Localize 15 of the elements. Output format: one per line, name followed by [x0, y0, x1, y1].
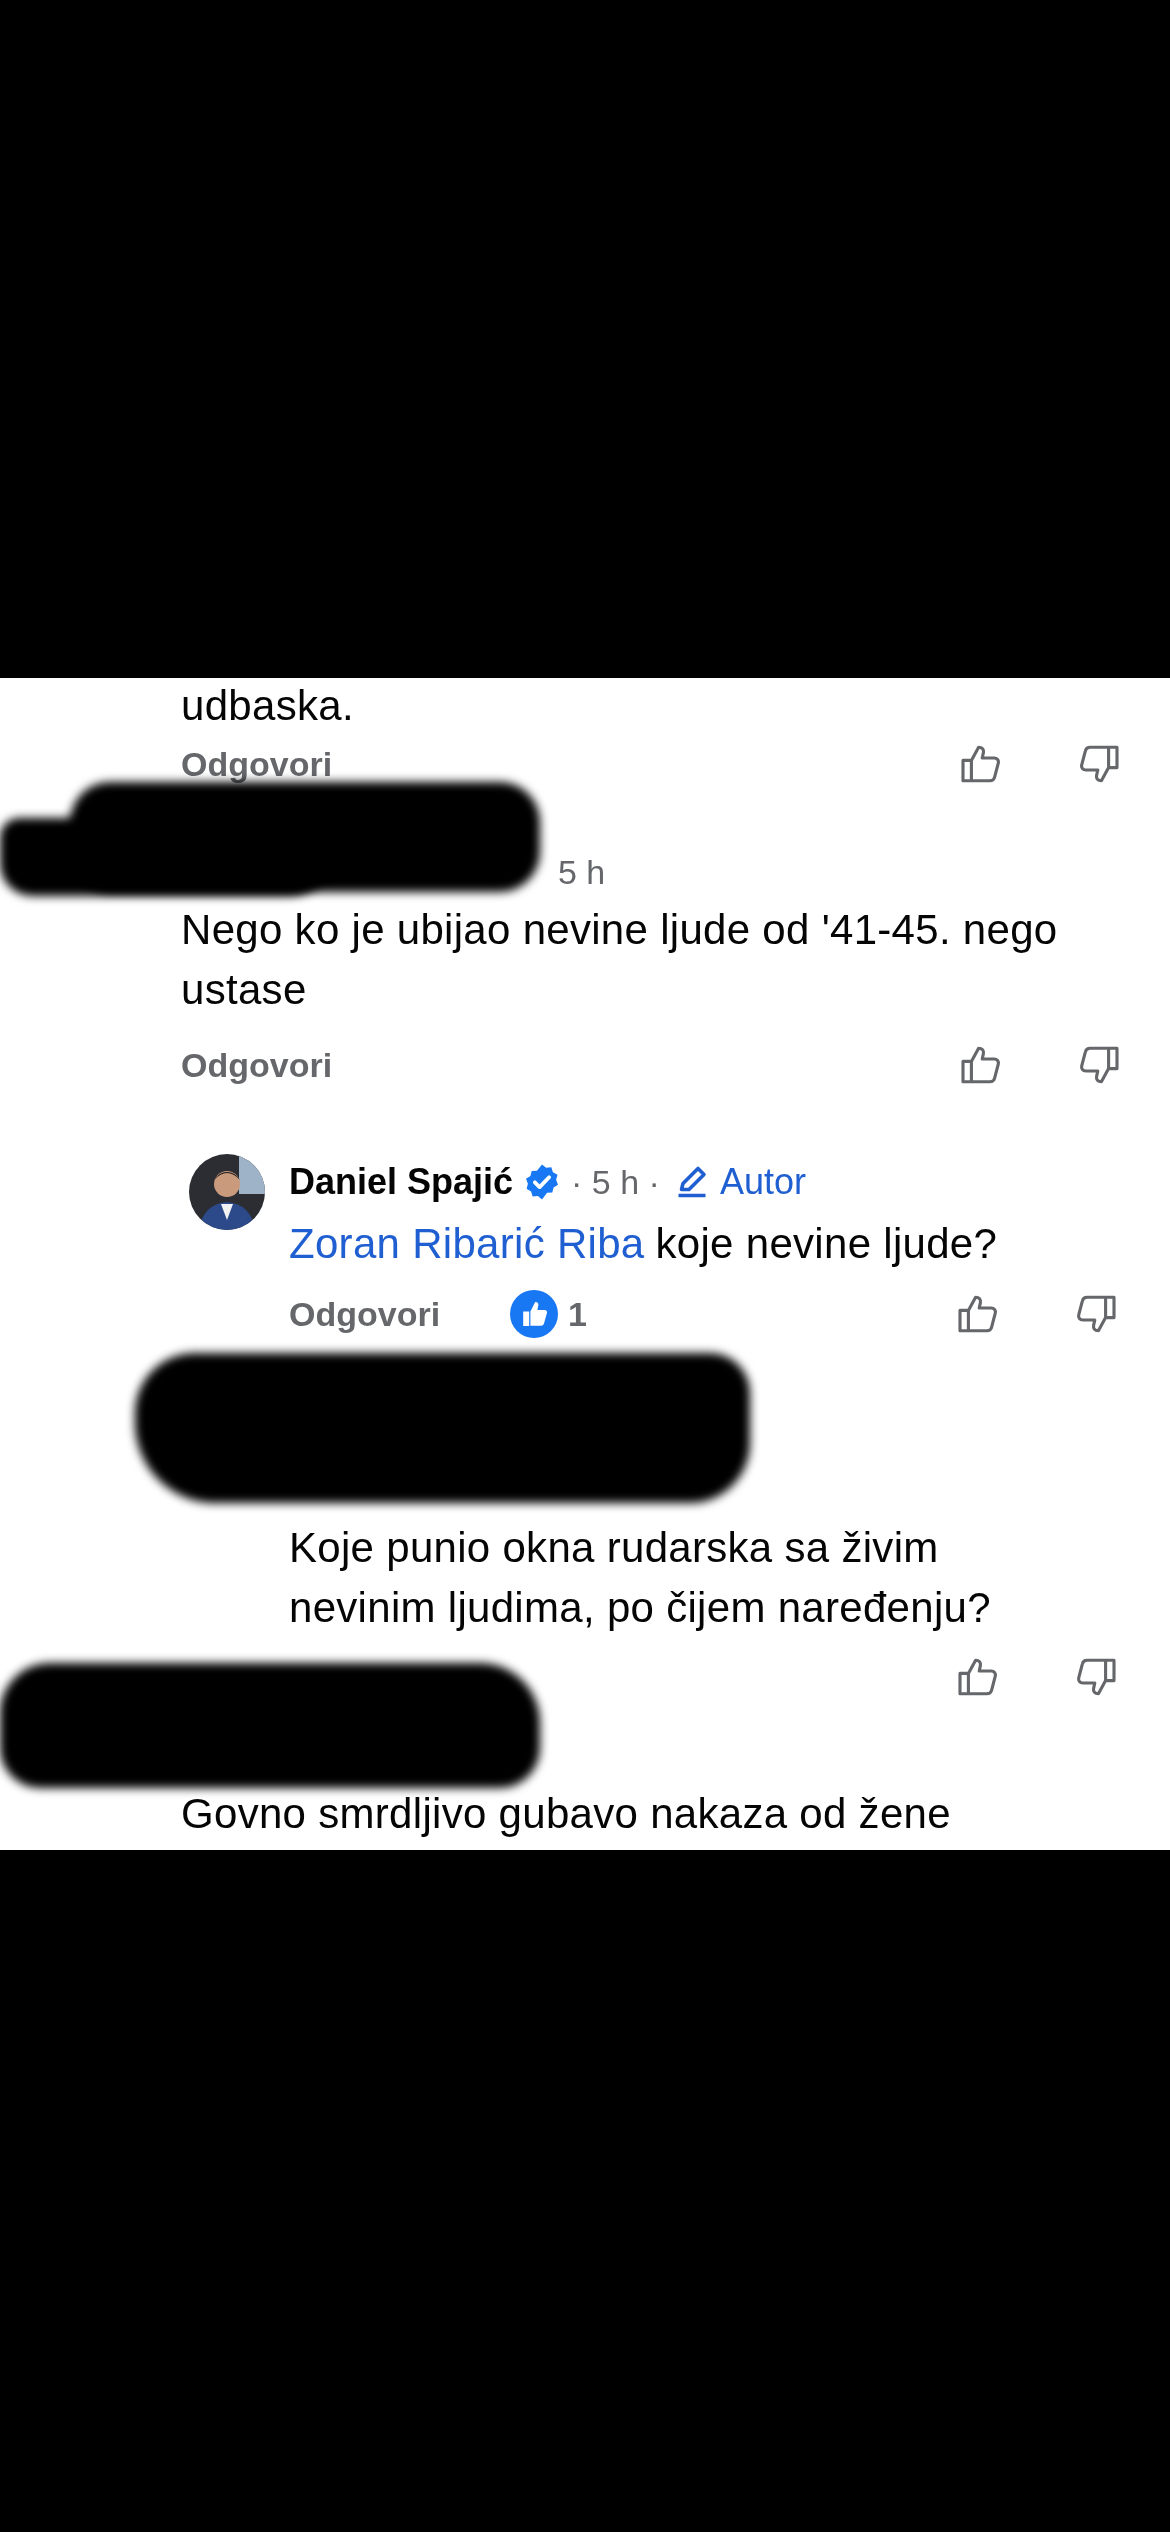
comment-text: Zoran Ribarić Riba koje nevine ljude?: [289, 1219, 999, 1269]
comment-text: Koje punio okna rudarska sa živim nevinim ljudima, po čijem naređenju?: [289, 1523, 992, 1633]
author-label: Autor: [719, 1161, 806, 1203]
reply-link[interactable]: Odgovori: [289, 1294, 441, 1334]
like-icon: [510, 1290, 559, 1338]
comment-text: udbaska.: [181, 681, 355, 731]
reply-link[interactable]: Odgovori: [181, 744, 333, 784]
comment-time: 5 h: [558, 852, 606, 892]
comment-text: Nego ko je ubijao nevine ljude od '41-45. nego ustase: [181, 905, 1059, 1015]
comment-time: · 5 h ·: [571, 1162, 660, 1202]
author-name[interactable]: Daniel Spajić: [289, 1161, 514, 1203]
like-count: 1: [568, 1294, 588, 1334]
mention-link[interactable]: Zoran Ribarić Riba: [289, 1220, 645, 1267]
reply-link[interactable]: Odgovori: [181, 1045, 333, 1085]
comment-text: Govno smrdljivo gubavo nakaza od žene: [181, 1789, 952, 1839]
